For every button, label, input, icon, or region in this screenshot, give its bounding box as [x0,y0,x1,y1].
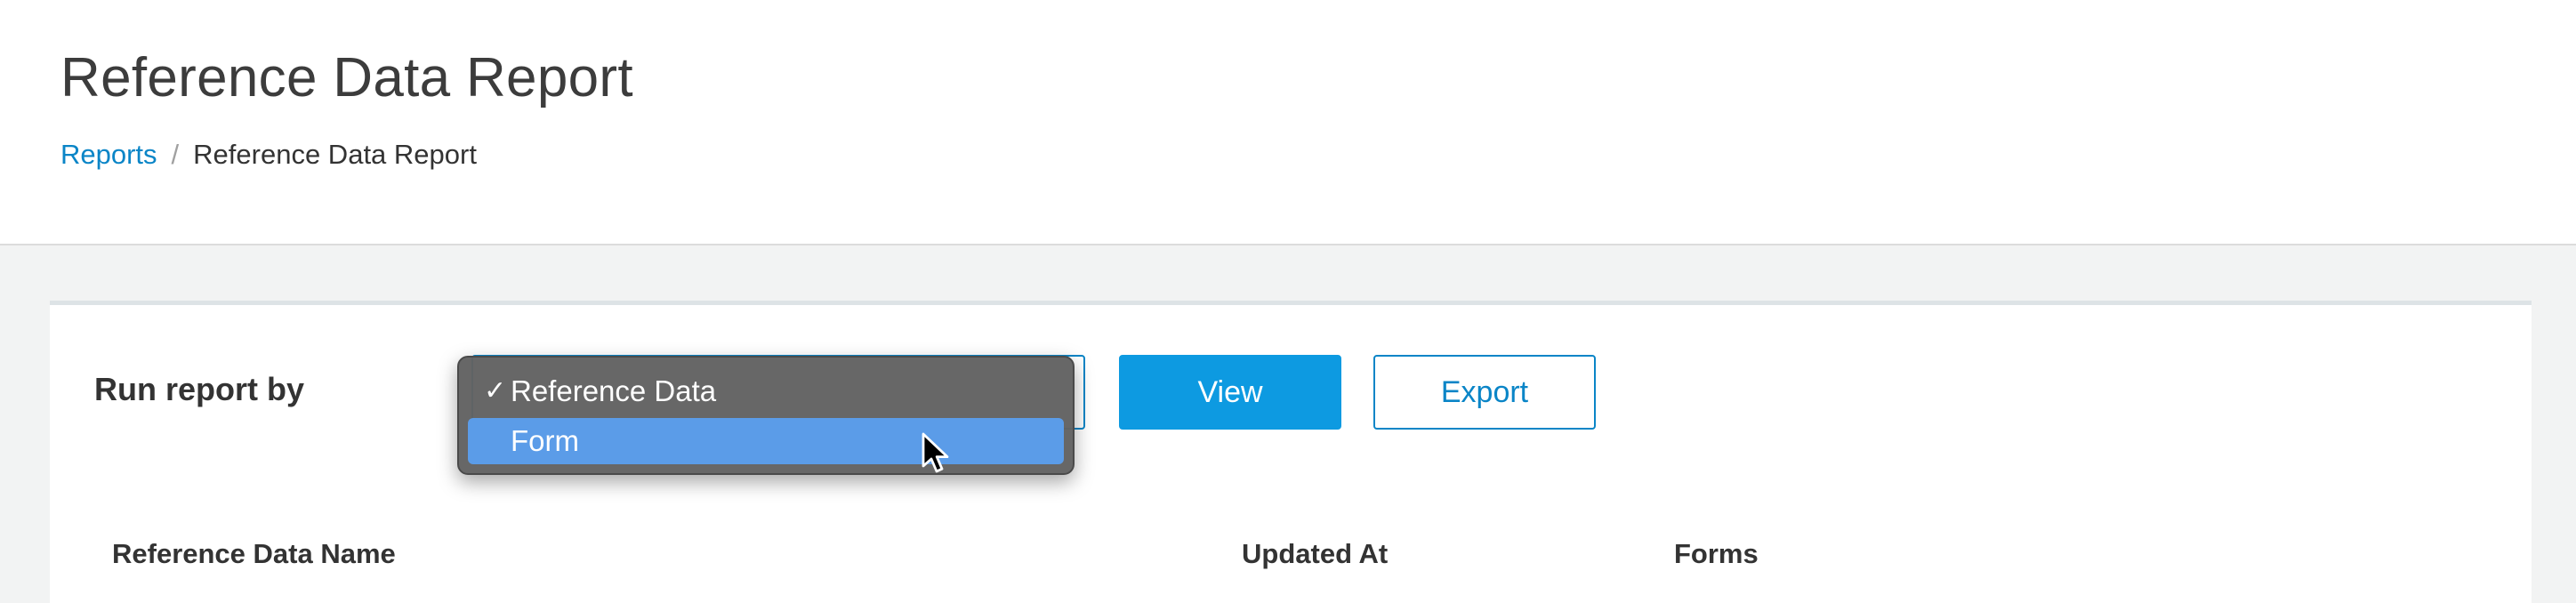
mouse-pointer-icon [922,432,949,473]
view-button[interactable]: View [1119,355,1341,430]
checkmark-icon: ✓ [484,375,507,406]
column-header-updated-at[interactable]: Updated At [1242,538,1388,570]
dropdown-option-form[interactable]: Form [468,418,1064,464]
page-title: Reference Data Report [60,47,633,109]
run-report-by-dropdown-menu: ✓ Reference Data Form [457,356,1075,475]
run-report-by-label: Run report by [94,371,305,407]
page-header: Reference Data Report Reports / Referenc… [0,0,2576,245]
breadcrumb-link-reports[interactable]: Reports [60,139,157,171]
dropdown-option-reference-data[interactable]: ✓ Reference Data [468,368,1064,414]
column-header-reference-data-name[interactable]: Reference Data Name [112,538,396,570]
breadcrumb-current: Reference Data Report [193,139,477,170]
column-header-forms[interactable]: Forms [1674,538,1759,570]
report-panel: Run report by View Export Reference Data… [50,301,2532,603]
export-button[interactable]: Export [1373,355,1596,430]
dropdown-option-label: Reference Data [511,374,717,407]
breadcrumb-separator: / [171,139,180,170]
dropdown-option-label: Form [511,424,579,457]
breadcrumb: Reports / Reference Data Report [60,139,477,171]
